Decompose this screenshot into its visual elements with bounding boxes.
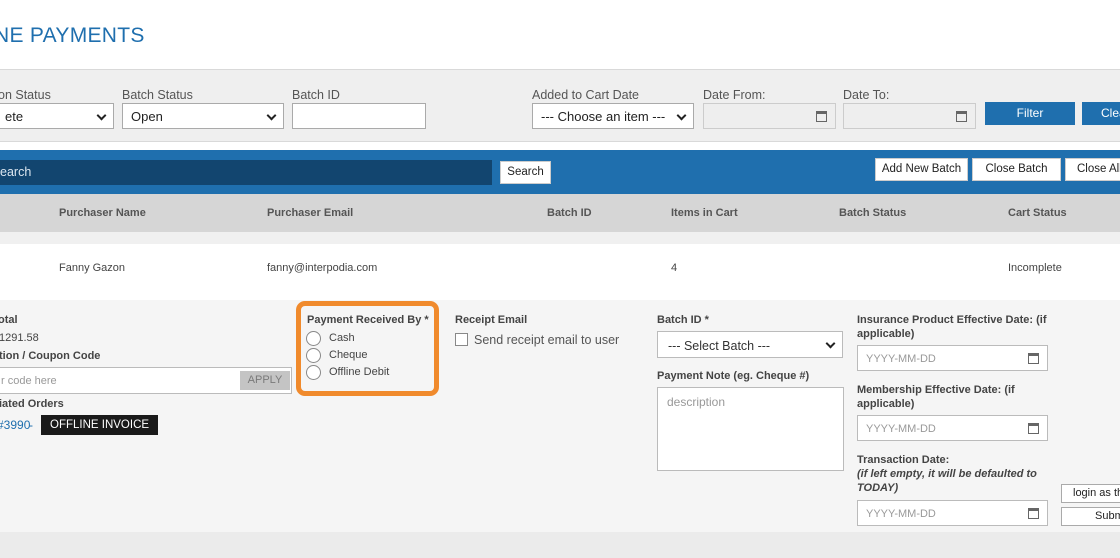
insurance-date-placeholder: YYYY-MM-DD: [866, 353, 936, 365]
login-as-user-button[interactable]: login as thi: [1061, 484, 1120, 503]
clear-button[interactable]: Clea: [1082, 102, 1120, 125]
add-new-batch-button[interactable]: Add New Batch: [875, 158, 968, 181]
promo-code-label: tion / Coupon Code: [0, 350, 101, 362]
calendar-icon: [1028, 423, 1039, 434]
search-placeholder: earch: [0, 165, 32, 179]
payment-received-label: Payment Received By *: [307, 314, 429, 326]
column-header-items-in-cart: Items in Cart: [671, 207, 738, 219]
transaction-date-input[interactable]: YYYY-MM-DD: [857, 500, 1048, 526]
radio-offline-debit[interactable]: [306, 365, 321, 380]
date-from-input[interactable]: [703, 103, 836, 129]
date-to-input[interactable]: [843, 103, 976, 129]
calendar-icon: [1028, 353, 1039, 364]
cell-purchaser-name: Fanny Gazon: [59, 262, 126, 274]
batch-id-filter-input[interactable]: [292, 103, 426, 129]
close-batch-button[interactable]: Close Batch: [972, 158, 1061, 181]
footer-bar: [0, 532, 1120, 558]
order-link[interactable]: #3990: [0, 418, 30, 432]
insurance-date-label-2: applicable): [857, 328, 915, 340]
batch-status-select[interactable]: Open: [122, 103, 284, 129]
calendar-icon: [1028, 508, 1039, 519]
radio-offline-debit-label: Offline Debit: [329, 366, 390, 378]
cell-purchaser-email: fanny@interpodia.com: [267, 262, 378, 274]
offline-invoice-badge: OFFLINE INVOICE: [41, 415, 159, 435]
added-to-cart-select[interactable]: --- Choose an item ---: [532, 103, 694, 129]
table-row[interactable]: [0, 244, 1120, 289]
cell-cart-status: Incomplete: [1008, 262, 1062, 274]
order-separator: -: [29, 418, 33, 432]
chevron-down-icon: [825, 338, 836, 349]
transaction-date-label: Transaction Date:: [857, 454, 950, 466]
cell-items-in-cart: 4: [671, 262, 678, 274]
transaction-date-note-2: TODAY): [857, 482, 899, 494]
payment-note-label: Payment Note (eg. Cheque #): [657, 370, 810, 382]
batch-select-value: --- Select Batch ---: [668, 339, 771, 353]
membership-date-label-2: applicable): [857, 398, 915, 410]
membership-date-label: Membership Effective Date: (if: [857, 384, 1015, 396]
send-receipt-checkbox[interactable]: [455, 333, 468, 346]
column-header-purchaser-email: Purchaser Email: [267, 207, 354, 219]
added-to-cart-value: --- Choose an item ---: [541, 109, 666, 124]
total-value: 1291.58: [0, 332, 39, 344]
chevron-down-icon: [676, 110, 687, 121]
batch-id-filter-label: Batch ID: [292, 88, 340, 102]
payment-note-placeholder: description: [667, 395, 726, 409]
detail-batch-id-label: Batch ID *: [657, 314, 709, 326]
close-all-batches-button[interactable]: Close All B: [1065, 158, 1120, 181]
payment-note-textarea[interactable]: description: [657, 387, 844, 471]
batch-select[interactable]: --- Select Batch ---: [657, 331, 843, 358]
chevron-down-icon: [96, 110, 107, 121]
total-label: otal: [0, 314, 18, 326]
radio-cheque-label: Cheque: [329, 349, 368, 361]
promo-code-placeholder: r code here: [1, 375, 57, 387]
filter-button[interactable]: Filter: [985, 102, 1075, 125]
membership-date-placeholder: YYYY-MM-DD: [866, 423, 936, 435]
receipt-email-label: Receipt Email: [455, 314, 528, 326]
search-button[interactable]: Search: [500, 161, 551, 184]
radio-cash-label: Cash: [329, 332, 355, 344]
status-filter-label: on Status: [0, 88, 51, 102]
date-from-label: Date From:: [703, 88, 766, 102]
related-orders-label: iated Orders: [0, 398, 64, 410]
table-spacer: [0, 232, 1120, 244]
calendar-icon: [816, 111, 827, 122]
apply-button[interactable]: APPLY: [240, 371, 290, 390]
send-receipt-label: Send receipt email to user: [474, 333, 620, 347]
search-input[interactable]: earch: [0, 160, 492, 185]
batch-status-label: Batch Status: [122, 88, 193, 102]
page-title: NE PAYMENTS: [0, 24, 145, 47]
radio-cash[interactable]: [306, 331, 321, 346]
column-header-purchaser-name: Purchaser Name: [59, 207, 146, 219]
transaction-date-note: (if left empty, it will be defaulted to: [857, 468, 1037, 480]
membership-date-input[interactable]: YYYY-MM-DD: [857, 415, 1048, 441]
date-to-label: Date To:: [843, 88, 890, 102]
insurance-date-input[interactable]: YYYY-MM-DD: [857, 345, 1048, 371]
calendar-icon: [956, 111, 967, 122]
transaction-date-placeholder: YYYY-MM-DD: [866, 508, 936, 520]
insurance-date-label: Insurance Product Effective Date: (if: [857, 314, 1047, 326]
status-filter-select[interactable]: ete: [0, 103, 114, 129]
added-to-cart-label: Added to Cart Date: [532, 88, 640, 102]
batch-status-value: Open: [131, 109, 163, 124]
column-header-batch-status: Batch Status: [839, 207, 907, 219]
radio-cheque[interactable]: [306, 348, 321, 363]
submit-button[interactable]: Subm: [1061, 507, 1120, 526]
chevron-down-icon: [266, 110, 277, 121]
column-header-cart-status: Cart Status: [1008, 207, 1067, 219]
status-filter-value: ete: [5, 109, 24, 124]
column-header-batch-id: Batch ID: [547, 207, 592, 219]
